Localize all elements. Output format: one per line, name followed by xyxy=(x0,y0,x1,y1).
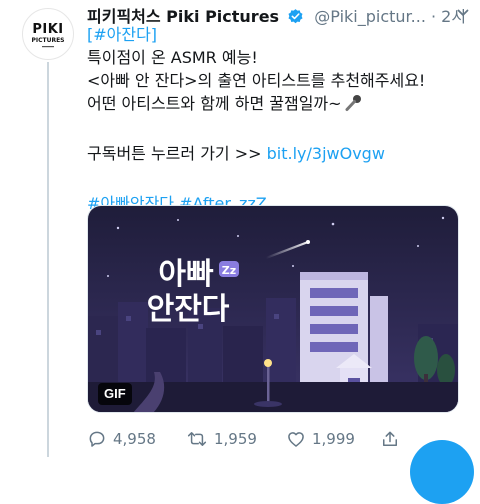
compose-tweet-button[interactable] xyxy=(410,440,474,504)
reply-icon xyxy=(89,431,105,447)
tweet-text: [#아잔다] 특이점이 온 ASMR 예능! <아빠 안 잔다>의 출연 아티스… xyxy=(87,23,467,215)
hashtag-link[interactable]: [#아잔다] xyxy=(87,25,157,44)
like-count: 1,999 xyxy=(312,430,355,448)
tweet-actions: 4,958 1,959 1,999 xyxy=(87,428,467,450)
microphone-icon xyxy=(343,93,363,119)
gif-title-line2: 안잔다 xyxy=(147,292,230,327)
thread-line xyxy=(47,62,49,457)
media-gif[interactable]: 아빠 안잔다 Zz GIF xyxy=(87,205,459,413)
share-icon xyxy=(383,431,397,446)
tweet-line-1: 특이점이 온 ASMR 예능! xyxy=(87,48,258,67)
gif-zz: Zz xyxy=(222,264,236,277)
retweet-count: 1,959 xyxy=(214,430,257,448)
subscribe-link[interactable]: bit.ly/3jwOvgw xyxy=(267,144,385,163)
chevron-down-icon[interactable] xyxy=(457,8,469,18)
tweet-line-3: 어떤 아티스트와 함께 하면 꿀잼일까~ xyxy=(87,94,342,113)
svg-text:PICTURES: PICTURES xyxy=(31,37,64,44)
share-button[interactable] xyxy=(380,428,406,450)
piki-pictures-logo: PIKI PICTURES xyxy=(31,22,65,48)
avatar[interactable]: PIKI PICTURES xyxy=(22,8,74,60)
retweet-button[interactable]: 1,959 xyxy=(186,428,257,450)
tweet-line-2: <아빠 안 잔다>의 출연 아티스트를 추천해주세요! xyxy=(87,71,426,90)
reply-button[interactable]: 4,958 xyxy=(87,428,156,450)
like-icon xyxy=(288,432,304,447)
gif-illustration: 아빠 안잔다 Zz xyxy=(88,206,458,412)
subscribe-text: 구독버튼 누르러 가기 >> xyxy=(87,144,267,163)
retweet-icon xyxy=(187,432,207,446)
tweet[interactable]: PIKI PICTURES 피키픽처스 Piki Pictures @Piki_… xyxy=(0,0,480,504)
reply-count: 4,958 xyxy=(113,430,156,448)
gif-badge: GIF xyxy=(98,383,132,405)
gif-title-line1: 아빠 xyxy=(158,257,214,292)
svg-text:PIKI: PIKI xyxy=(32,22,63,37)
like-button[interactable]: 1,999 xyxy=(286,428,355,450)
